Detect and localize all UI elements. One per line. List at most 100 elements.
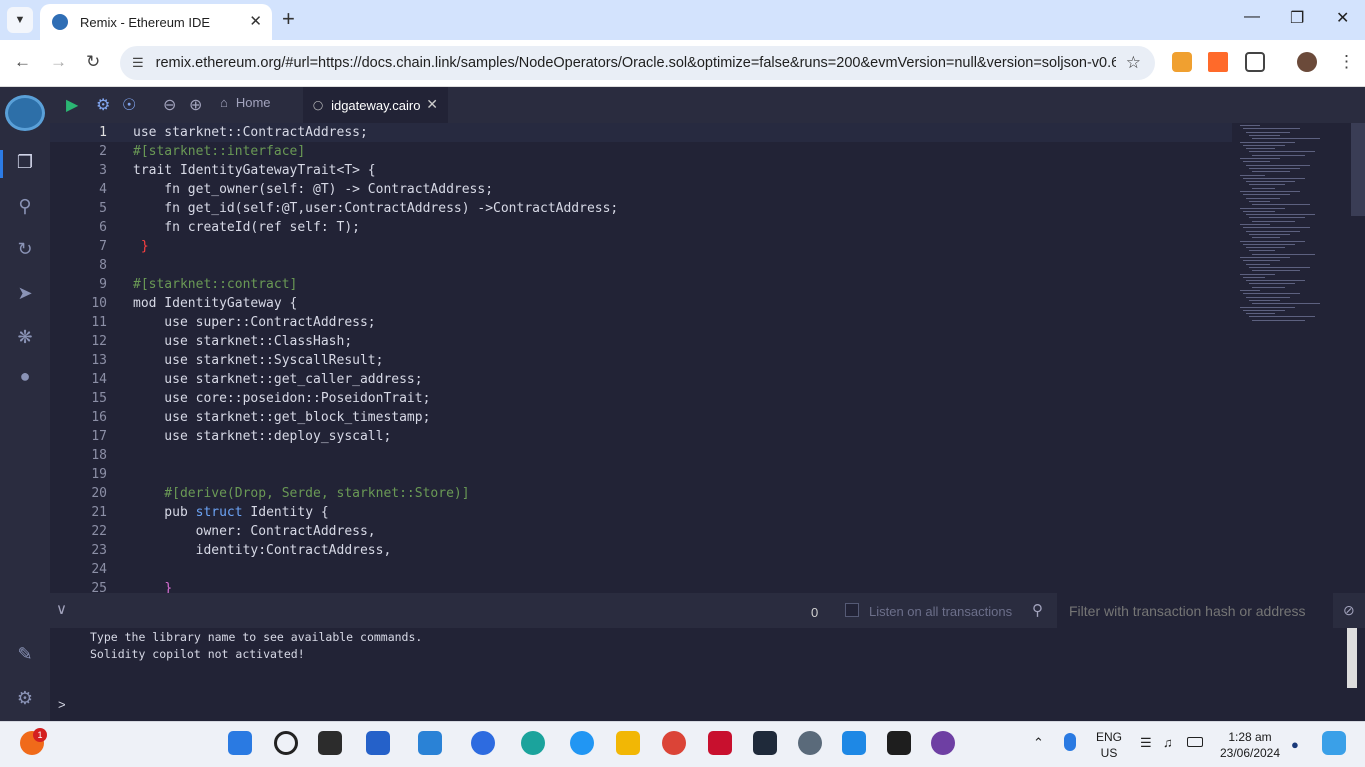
clock-date[interactable]: 23/06/2024: [1215, 746, 1285, 760]
code-line[interactable]: 25 }: [50, 579, 1232, 593]
close-tab-icon[interactable]: ✕: [249, 12, 262, 30]
terminal-scrollbar[interactable]: [1347, 628, 1357, 688]
code-line[interactable]: 24: [50, 560, 1232, 579]
extension-flame-icon[interactable]: [1208, 52, 1228, 72]
notification-bell-icon[interactable]: ●: [1291, 737, 1299, 752]
clock-time[interactable]: 1:28 am: [1215, 730, 1285, 744]
code-line[interactable]: 23 identity:ContractAddress,: [50, 541, 1232, 560]
file-explorer-taskbar-icon[interactable]: [616, 731, 640, 755]
omnibox[interactable]: ☰ remix.ethereum.org/#url=https://docs.c…: [120, 46, 1155, 80]
editor-minimap[interactable]: [1232, 123, 1365, 593]
language-region[interactable]: US: [1094, 746, 1124, 760]
code-line[interactable]: 16 use starknet::get_block_timestamp;: [50, 408, 1232, 427]
code-line[interactable]: 17 use starknet::deploy_syscall;: [50, 427, 1232, 446]
resolve-icon[interactable]: [753, 731, 777, 755]
tray-chevron-up-icon[interactable]: ⌃: [1033, 735, 1044, 751]
task-view-icon[interactable]: [318, 731, 342, 755]
forward-arrow-icon[interactable]: →: [50, 52, 67, 72]
zoom-app-icon[interactable]: [471, 731, 495, 755]
zoom-in-icon[interactable]: ⊕: [189, 95, 202, 115]
browser-menu-icon[interactable]: ⋮: [1338, 52, 1355, 72]
code-line[interactable]: 10 mod IdentityGateway {: [50, 294, 1232, 313]
search-icon[interactable]: ⚲: [13, 194, 37, 218]
code-line[interactable]: 11 use super::ContractAddress;: [50, 313, 1232, 332]
debugger-bug-icon[interactable]: ❋: [13, 325, 37, 349]
language-code[interactable]: ENG: [1094, 730, 1124, 744]
code-line[interactable]: 1 use starknet::ContractAddress;: [50, 123, 1232, 142]
extensions-puzzle-icon[interactable]: [1245, 52, 1265, 72]
github-desktop-icon[interactable]: [931, 731, 955, 755]
remix-logo-icon[interactable]: [5, 95, 45, 131]
terminal-prompt[interactable]: >: [58, 697, 66, 712]
taskbar-search-icon[interactable]: [274, 731, 298, 755]
settings-gear-icon[interactable]: ⚙: [13, 686, 37, 710]
bookmark-star-icon[interactable]: ☆: [1126, 53, 1141, 73]
close-file-tab-icon[interactable]: ✕: [426, 96, 438, 113]
wifi-icon[interactable]: ☰: [1140, 735, 1152, 751]
code-line[interactable]: 19: [50, 465, 1232, 484]
window-close-icon[interactable]: ✕: [1336, 8, 1349, 28]
settings-taskbar-icon[interactable]: [798, 731, 822, 755]
code-line[interactable]: 5 fn get_id(self:@T,user:ContractAddress…: [50, 199, 1232, 218]
code-line[interactable]: 18: [50, 446, 1232, 465]
app-icon[interactable]: [570, 731, 594, 755]
starknet-plugin-icon[interactable]: ●: [13, 364, 37, 388]
editor-scrollbar[interactable]: [1351, 123, 1365, 216]
run-play-icon[interactable]: ▶: [66, 95, 78, 115]
zoom-out-icon[interactable]: ⊖: [163, 95, 176, 115]
code-line[interactable]: 8: [50, 256, 1232, 275]
tab-search-button[interactable]: ▼: [7, 7, 33, 33]
store-icon[interactable]: [366, 731, 390, 755]
metamask-extension-icon[interactable]: [1172, 52, 1192, 72]
mcafee-icon[interactable]: [708, 731, 732, 755]
browser-tab-remix[interactable]: Remix - Ethereum IDE ✕: [40, 4, 272, 40]
back-arrow-icon[interactable]: ←: [14, 52, 31, 72]
deploy-run-icon[interactable]: ➤: [13, 281, 37, 305]
code-line[interactable]: 15 use core::poseidon::PoseidonTrait;: [50, 389, 1232, 408]
terminal-app-icon[interactable]: [887, 731, 911, 755]
active-plugin-indicator: [0, 150, 3, 178]
vscode-icon[interactable]: [842, 731, 866, 755]
code-line[interactable]: 4 fn get_owner(self: @T) -> ContractAddr…: [50, 180, 1232, 199]
code-line[interactable]: 13 use starknet::SyscallResult;: [50, 351, 1232, 370]
code-editor[interactable]: 1 use starknet::ContractAddress; 2 #[starkn…: [50, 123, 1232, 593]
code-line[interactable]: 20 #[derive(Drop, Serde, starknet::Store…: [50, 484, 1232, 503]
reload-icon[interactable]: ↻: [86, 52, 100, 72]
url-text[interactable]: remix.ethereum.org/#url=https://docs.cha…: [156, 55, 1116, 71]
code-line[interactable]: 7 }: [50, 237, 1232, 256]
chrome-icon[interactable]: [662, 731, 686, 755]
toggle-copilot-icon[interactable]: ☉: [122, 95, 136, 115]
tab-idgateway-cairo[interactable]: ◯ idgateway.cairo ✕: [303, 87, 448, 123]
home-tab-label: Home: [235, 95, 271, 110]
new-tab-button[interactable]: +: [282, 8, 295, 30]
compiler-icon[interactable]: ↻: [13, 237, 37, 261]
battery-icon[interactable]: [1187, 737, 1203, 747]
clear-terminal-icon[interactable]: ⊘: [1343, 602, 1355, 619]
code-line[interactable]: 22 owner: ContractAddress,: [50, 522, 1232, 541]
code-line[interactable]: 21 pub struct Identity {: [50, 503, 1232, 522]
listen-all-checkbox[interactable]: [845, 603, 859, 617]
copilot-icon[interactable]: [1322, 731, 1346, 755]
code-line[interactable]: 9 #[starknet::contract]: [50, 275, 1232, 294]
start-windows-icon[interactable]: [228, 731, 252, 755]
file-explorer-icon[interactable]: ❐: [13, 150, 37, 174]
terminal-output[interactable]: Type the library name to see available c…: [50, 628, 1365, 721]
volume-icon[interactable]: ♫: [1163, 735, 1173, 750]
tab-home[interactable]: ⌂ Home: [220, 95, 271, 110]
profile-avatar[interactable]: [1297, 52, 1317, 72]
code-line[interactable]: 14 use starknet::get_caller_address;: [50, 370, 1232, 389]
collapse-terminal-icon[interactable]: ∨: [56, 600, 67, 618]
minimize-icon[interactable]: —: [1244, 8, 1260, 26]
code-line[interactable]: 2 #[starknet::interface]: [50, 142, 1232, 161]
tx-filter-input[interactable]: [1057, 593, 1333, 628]
mail-icon[interactable]: [418, 731, 442, 755]
code-line[interactable]: 12 use starknet::ClassHash;: [50, 332, 1232, 351]
plugin-manager-icon[interactable]: ✎: [13, 642, 37, 666]
maximize-icon[interactable]: ❐: [1290, 8, 1304, 28]
site-info-icon[interactable]: ☰: [132, 55, 144, 71]
ai-robot-icon[interactable]: ⚙: [96, 95, 110, 115]
edge-icon[interactable]: [521, 731, 545, 755]
microphone-icon[interactable]: [1064, 733, 1076, 751]
code-line[interactable]: 3 trait IdentityGatewayTrait<T> {: [50, 161, 1232, 180]
code-line[interactable]: 6 fn createId(ref self: T);: [50, 218, 1232, 237]
